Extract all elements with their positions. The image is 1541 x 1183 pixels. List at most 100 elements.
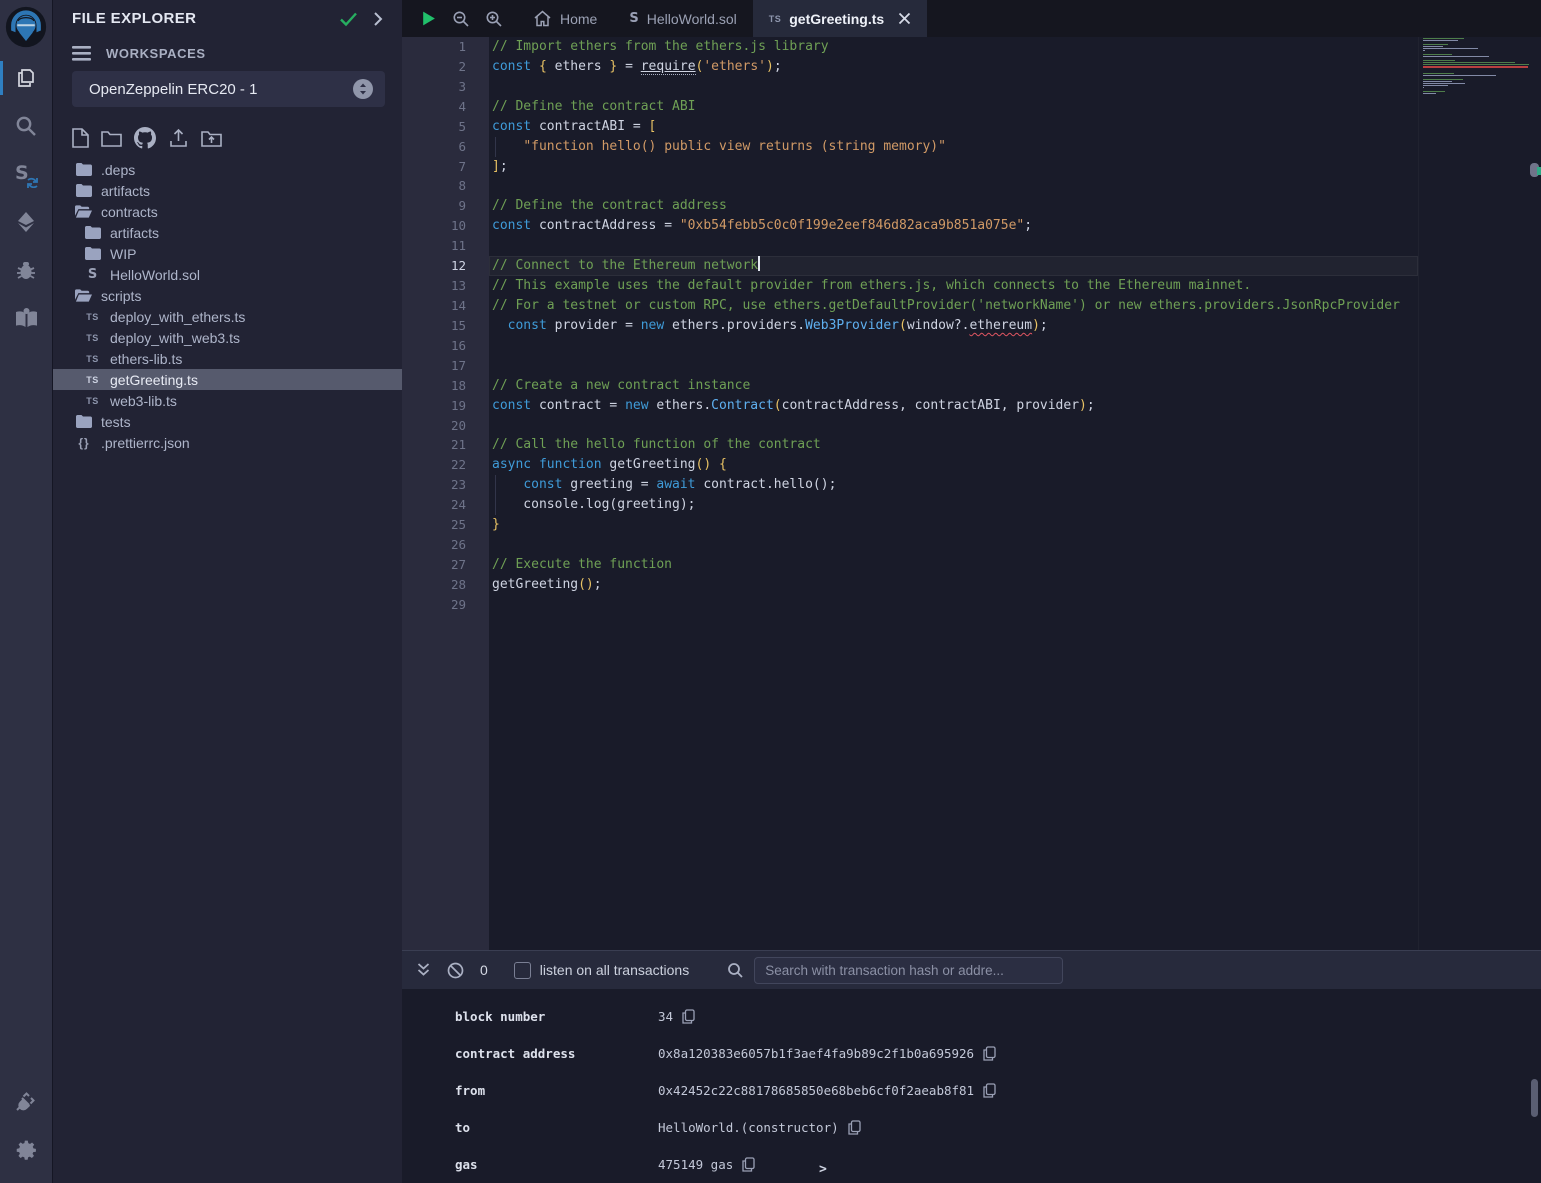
code-line-20[interactable] <box>489 416 1418 436</box>
new-folder-button[interactable] <box>101 129 122 147</box>
code-line-9[interactable]: // Define the contract address <box>489 196 1418 216</box>
code-line-15[interactable]: const provider = new ethers.providers.We… <box>489 316 1418 336</box>
tree-item-label: contracts <box>101 204 158 220</box>
zoom-in-button[interactable] <box>485 10 503 28</box>
code-line-19[interactable]: const contract = new ethers.Contract(con… <box>489 396 1418 416</box>
line-number: 3 <box>402 77 489 97</box>
tree-item-artifacts[interactable]: artifacts <box>53 222 402 243</box>
tree-item-scripts[interactable]: scripts <box>53 285 402 306</box>
tree-item-deploy-with-web3-ts[interactable]: TSdeploy_with_web3.ts <box>53 327 402 348</box>
code-line-2[interactable]: const { ethers } = require('ethers'); <box>489 57 1418 77</box>
ban-button[interactable] <box>447 962 464 979</box>
line-number: 19 <box>402 396 489 416</box>
code-line-26[interactable] <box>489 535 1418 555</box>
code-line-11[interactable] <box>489 236 1418 256</box>
check-button[interactable] <box>339 11 358 27</box>
activity-item-files[interactable] <box>0 54 52 102</box>
github-button[interactable] <box>134 127 156 149</box>
tree-item-deploy-with-ethers-ts[interactable]: TSdeploy_with_ethers.ts <box>53 306 402 327</box>
tab-getgreeting-ts[interactable]: TSgetGreeting.ts <box>753 0 927 37</box>
code-line-18[interactable]: // Create a new contract instance <box>489 376 1418 396</box>
activity-item-solidity-compiler[interactable]: S <box>0 150 52 198</box>
tab-helloworld-sol[interactable]: SHelloWorld.sol <box>613 0 752 37</box>
terminal-prompt[interactable]: > <box>819 1162 827 1177</box>
ts-badge-icon: TS <box>84 312 101 322</box>
hamburger-icon[interactable] <box>72 46 91 61</box>
code-line-21[interactable]: // Call the hello function of the contra… <box>489 435 1418 455</box>
folder-icon <box>75 163 92 176</box>
code-line-12[interactable]: // Connect to the Ethereum network <box>489 256 1418 276</box>
terminal-row-key: block number <box>455 1009 658 1024</box>
code-line-4[interactable]: // Define the contract ABI <box>489 97 1418 117</box>
line-number-gutter: 1234567891011121314151617181920212223242… <box>402 37 489 950</box>
debugger-icon <box>14 258 38 282</box>
code-line-27[interactable]: // Execute the function <box>489 555 1418 575</box>
code-line-25[interactable]: } <box>489 515 1418 535</box>
line-number: 25 <box>402 515 489 535</box>
tree-item-helloworld-sol[interactable]: SHelloWorld.sol <box>53 264 402 285</box>
folder-icon <box>84 226 101 239</box>
line-number: 5 <box>402 117 489 137</box>
code-line-29[interactable] <box>489 595 1418 615</box>
activity-item-gear[interactable] <box>0 1125 52 1173</box>
tree-item-getgreeting-ts[interactable]: TSgetGreeting.ts <box>53 369 402 390</box>
tab-home[interactable]: Home <box>517 0 613 37</box>
workspace-select[interactable]: OpenZeppelin ERC20 - 1 <box>72 71 385 107</box>
code-line-6[interactable]: "function hello() public view returns (s… <box>489 137 1418 157</box>
indent-guide <box>495 475 496 495</box>
upload-folder-button[interactable] <box>201 129 222 147</box>
tree-item-contracts[interactable]: contracts <box>53 201 402 222</box>
activity-item-remix-logo[interactable] <box>0 0 52 54</box>
editor-main: HomeSHelloWorld.solTSgetGreeting.ts 1234… <box>402 0 1541 1183</box>
code-line-14[interactable]: // For a testnet or custom RPC, use ethe… <box>489 296 1418 316</box>
terminal-search-input[interactable] <box>754 957 1063 984</box>
code-line-3[interactable] <box>489 77 1418 97</box>
line-number: 13 <box>402 276 489 296</box>
upload-file-button[interactable] <box>168 128 189 148</box>
code-line-10[interactable]: const contractAddress = "0xb54febb5c0c0f… <box>489 216 1418 236</box>
minimap[interactable] <box>1418 37 1528 950</box>
activity-item-search[interactable] <box>0 102 52 150</box>
code-line-24[interactable]: console.log(greeting); <box>489 495 1418 515</box>
code-line-17[interactable] <box>489 356 1418 376</box>
tree-item--prettierrc-json[interactable]: { }.prettierrc.json <box>53 432 402 453</box>
code-line-5[interactable]: const contractABI = [ <box>489 117 1418 137</box>
chevron-right-button[interactable] <box>372 11 384 27</box>
plug-icon <box>14 1089 38 1113</box>
overview-cursor-mark <box>1537 167 1541 175</box>
tree-item-tests[interactable]: tests <box>53 411 402 432</box>
activity-item-deploy-run[interactable] <box>0 198 52 246</box>
copy-icon[interactable] <box>742 1157 755 1172</box>
code-area[interactable]: // Import ethers from the ethers.js libr… <box>489 37 1418 950</box>
tree-item-web3-lib-ts[interactable]: TSweb3-lib.ts <box>53 390 402 411</box>
close-tab-button[interactable] <box>898 12 911 25</box>
copy-icon[interactable] <box>983 1046 996 1061</box>
copy-icon[interactable] <box>848 1120 861 1135</box>
activity-item-plug[interactable] <box>0 1077 52 1125</box>
tree-item--deps[interactable]: .deps <box>53 159 402 180</box>
deploy-run-icon <box>14 210 38 234</box>
copy-icon[interactable] <box>983 1083 996 1098</box>
terminal-scrollbar-thumb[interactable] <box>1531 1079 1538 1117</box>
listen-transactions-checkbox[interactable] <box>514 962 531 979</box>
code-line-8[interactable] <box>489 176 1418 196</box>
activity-item-debugger[interactable] <box>0 246 52 294</box>
code-line-28[interactable]: getGreeting(); <box>489 575 1418 595</box>
code-line-7[interactable]: ]; <box>489 157 1418 177</box>
tree-item-wip[interactable]: WIP <box>53 243 402 264</box>
code-line-13[interactable]: // This example uses the default provide… <box>489 276 1418 296</box>
chevron-double-down-button[interactable] <box>416 962 431 979</box>
code-editor[interactable]: 1234567891011121314151617181920212223242… <box>402 37 1541 950</box>
code-line-1[interactable]: // Import ethers from the ethers.js libr… <box>489 37 1418 57</box>
code-line-16[interactable] <box>489 336 1418 356</box>
tree-item-artifacts[interactable]: artifacts <box>53 180 402 201</box>
activity-item-book[interactable] <box>0 294 52 342</box>
line-number: 11 <box>402 236 489 256</box>
play-button[interactable] <box>420 10 437 27</box>
zoom-out-button[interactable] <box>452 10 470 28</box>
code-line-23[interactable]: const greeting = await contract.hello(); <box>489 475 1418 495</box>
new-file-button[interactable] <box>72 128 89 148</box>
code-line-22[interactable]: async function getGreeting() { <box>489 455 1418 475</box>
tree-item-ethers-lib-ts[interactable]: TSethers-lib.ts <box>53 348 402 369</box>
copy-icon[interactable] <box>682 1009 695 1024</box>
